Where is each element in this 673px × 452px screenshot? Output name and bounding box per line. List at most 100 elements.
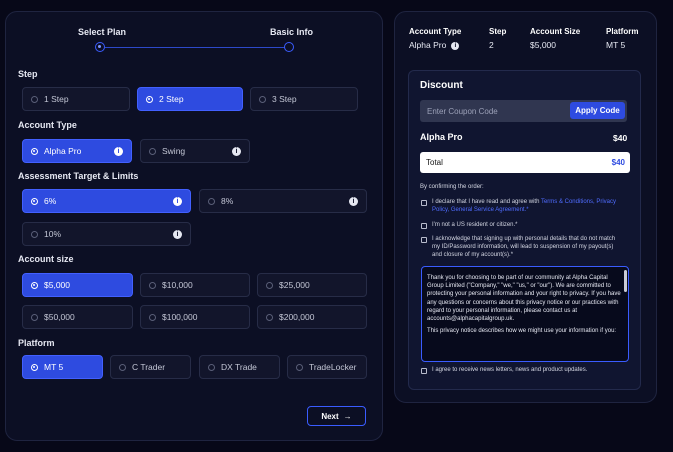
account-type-swing[interactable]: Swing i <box>140 139 250 163</box>
info-icon[interactable]: i <box>232 147 241 156</box>
step-option-1[interactable]: 1 Step <box>22 87 130 111</box>
terms-checkbox[interactable] <box>421 200 427 206</box>
size-option-25000[interactable]: $25,000 <box>257 273 367 297</box>
radio-icon <box>31 147 38 155</box>
option-label: Swing <box>162 146 186 156</box>
target-option-6[interactable]: 6% i <box>22 189 191 213</box>
stepper-label-basic-info: Basic Info <box>270 27 314 37</box>
platform-option-tradelocker[interactable]: TradeLocker <box>287 355 367 379</box>
section-title-account-size: Account size <box>18 254 74 264</box>
coupon-input[interactable] <box>420 100 570 122</box>
size-option-50000[interactable]: $50,000 <box>22 305 133 329</box>
next-button-label: Next <box>321 411 339 421</box>
radio-icon <box>149 147 156 155</box>
order-plan-name: Alpha Pro <box>420 132 463 142</box>
section-title-assessment: Assessment Target & Limits <box>18 171 139 181</box>
platform-option-mt5[interactable]: MT 5 <box>22 355 103 379</box>
option-label: 2 Step <box>159 94 184 104</box>
arrow-right-icon: → <box>343 411 352 421</box>
option-label: $5,000 <box>44 280 70 290</box>
option-label: DX Trade <box>221 362 257 372</box>
option-label: 6% <box>44 196 57 206</box>
radio-icon <box>149 313 156 321</box>
radio-icon <box>31 313 38 321</box>
radio-icon <box>119 363 126 371</box>
next-button[interactable]: Next → <box>307 406 366 426</box>
size-option-10000[interactable]: $10,000 <box>140 273 250 297</box>
summary-header-account-type: Account Type <box>409 27 462 36</box>
confirm-intro: By confirming the order: <box>420 184 484 190</box>
summary-account-type-text: Alpha Pro <box>409 40 447 50</box>
option-label: 8% <box>221 196 234 206</box>
radio-icon <box>31 197 38 205</box>
radio-icon <box>266 281 273 289</box>
scrollbar-thumb[interactable] <box>624 270 627 292</box>
declaration-terms-text: I declare that I have read and agree wit… <box>432 199 541 205</box>
option-label: $50,000 <box>44 312 75 322</box>
radio-icon <box>208 363 215 371</box>
summary-value-account-size: $5,000 <box>530 40 556 50</box>
summary-value-account-type: Alpha Pro i <box>409 40 460 50</box>
option-label: C Trader <box>132 362 166 372</box>
summary-header-platform: Platform <box>606 27 639 36</box>
platform-option-dxtrade[interactable]: DX Trade <box>199 355 280 379</box>
section-title-step: Step <box>18 69 38 79</box>
info-icon[interactable]: i <box>451 42 460 50</box>
radio-icon <box>31 230 38 238</box>
radio-icon <box>31 363 38 371</box>
radio-icon <box>149 281 156 289</box>
total-label: Total <box>426 158 443 167</box>
info-icon[interactable]: i <box>349 197 358 206</box>
privacy-notice-paragraph-2: This privacy notice describes how we mig… <box>427 328 617 335</box>
id-match-checkbox[interactable] <box>421 237 427 243</box>
newsletter-checkbox[interactable] <box>421 368 427 374</box>
option-label: $25,000 <box>279 280 310 290</box>
total-value: $40 <box>611 158 625 167</box>
section-title-account-type: Account Type <box>18 120 77 130</box>
summary-header-step: Step <box>489 27 507 36</box>
declaration-us-resident: I'm not a US resident or citizen.* <box>432 222 518 228</box>
option-label: Alpha Pro <box>44 146 82 156</box>
summary-value-step: 2 <box>489 40 494 50</box>
declaration-newsletter: I agree to receive news letters, news an… <box>432 367 588 373</box>
radio-icon <box>146 95 153 103</box>
option-label: $10,000 <box>162 280 193 290</box>
summary-header-account-size: Account Size <box>530 27 581 36</box>
step-option-3[interactable]: 3 Step <box>250 87 358 111</box>
option-label: $200,000 <box>279 312 315 322</box>
size-option-100000[interactable]: $100,000 <box>140 305 250 329</box>
platform-option-ctrader[interactable]: C Trader <box>110 355 191 379</box>
us-resident-checkbox[interactable] <box>421 223 427 229</box>
declaration-id-match: I acknowledge that signing up with perso… <box>432 236 616 258</box>
option-label: 10% <box>44 229 62 239</box>
radio-icon <box>208 197 215 205</box>
option-label: $100,000 <box>162 312 198 322</box>
stepper-line <box>105 47 285 48</box>
privacy-notice-scrollbox[interactable]: Thank you for choosing to be part of our… <box>421 266 629 362</box>
privacy-notice-paragraph-1: Thank you for choosing to be part of our… <box>427 275 621 323</box>
radio-icon <box>266 313 273 321</box>
info-icon[interactable]: i <box>173 230 182 239</box>
stepper-label-select-plan: Select Plan <box>78 27 127 37</box>
size-option-200000[interactable]: $200,000 <box>257 305 367 329</box>
option-label: 1 Step <box>44 94 69 104</box>
option-label: MT 5 <box>44 362 64 372</box>
apply-code-button[interactable]: Apply Code <box>570 102 625 119</box>
stepper-dot-select-plan[interactable] <box>95 42 105 52</box>
radio-icon <box>31 95 38 103</box>
account-type-alpha-pro[interactable]: Alpha Pro i <box>22 139 132 163</box>
radio-icon <box>31 281 38 289</box>
radio-icon <box>259 95 266 103</box>
size-option-5000[interactable]: $5,000 <box>22 273 133 297</box>
option-label: 3 Step <box>272 94 297 104</box>
stepper-dot-basic-info[interactable] <box>284 42 294 52</box>
info-icon[interactable]: i <box>114 147 123 156</box>
summary-value-platform: MT 5 <box>606 40 626 50</box>
option-label: TradeLocker <box>309 362 357 372</box>
step-option-2[interactable]: 2 Step <box>137 87 243 111</box>
info-icon[interactable]: i <box>173 197 182 206</box>
declaration-terms: I declare that I have read and agree wit… <box>432 198 624 214</box>
target-option-8[interactable]: 8% i <box>199 189 367 213</box>
section-title-platform: Platform <box>18 338 55 348</box>
target-option-10[interactable]: 10% i <box>22 222 191 246</box>
